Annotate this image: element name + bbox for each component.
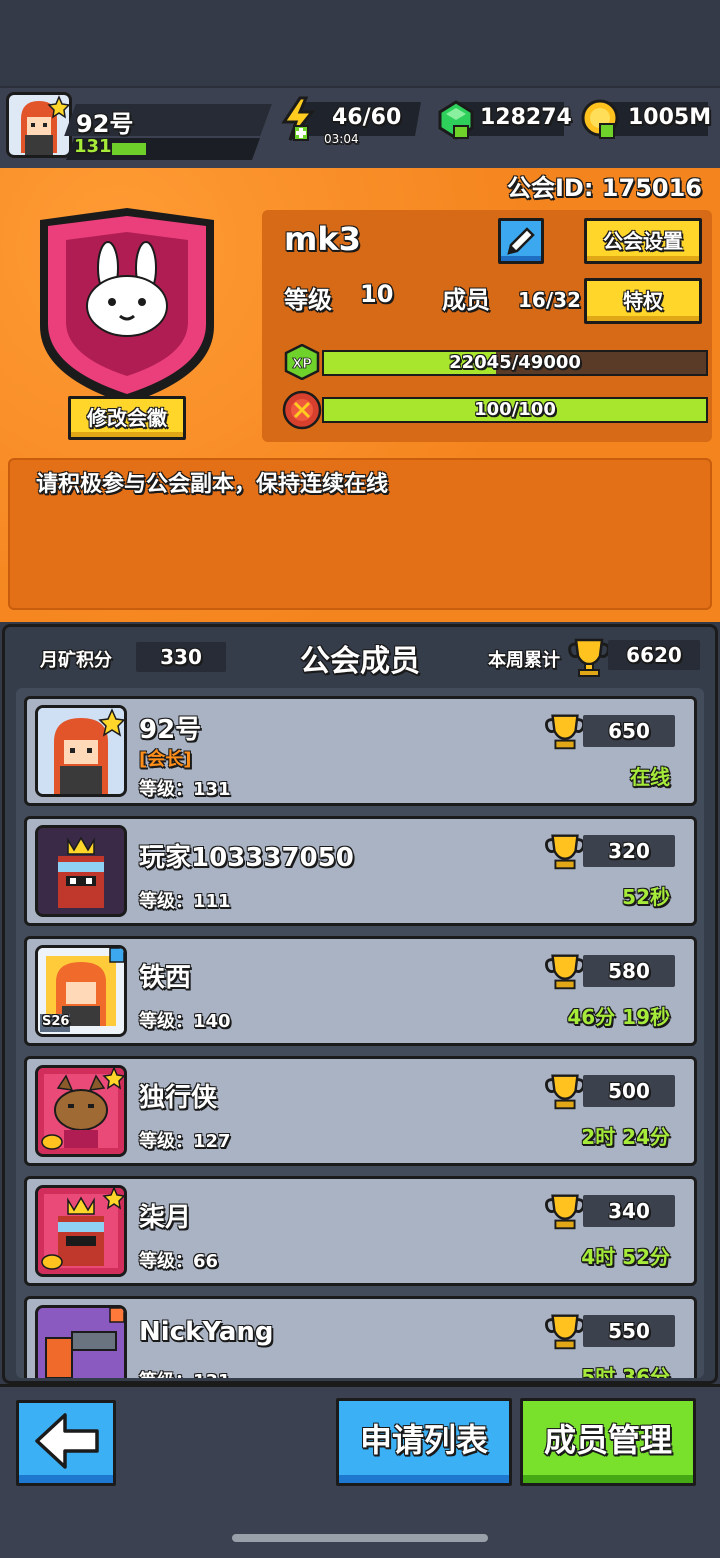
member-list[interactable]: 92号 [会长] 等级：131 650 在线 玩家103337050 等级：11… <box>16 688 704 1378</box>
member-status: 46分 19秒 <box>567 1005 670 1029</box>
member-name: 柒月 <box>139 1203 192 1233</box>
coin-icon <box>581 99 619 139</box>
member-score: 340 <box>583 1195 675 1227</box>
member-name: 玩家103337050 <box>139 843 354 873</box>
member-avatar-ninja-icon <box>38 828 124 914</box>
member-name: NickYang <box>139 1317 274 1347</box>
guild-xp-text: 22045/49000 <box>449 352 581 373</box>
member-avatar-ninja-crown-icon <box>38 1188 124 1274</box>
guild-settings-button[interactable]: 公会设置 <box>584 218 702 264</box>
gem-icon <box>438 100 474 140</box>
player-level: 131 <box>74 136 112 157</box>
member-name: 92号 <box>139 715 202 745</box>
member-card[interactable]: 玩家103337050 等级：111 320 52秒 <box>24 816 697 926</box>
member-score: 650 <box>583 715 675 747</box>
member-avatar <box>35 1305 127 1378</box>
guild-xp-bar: 22045/49000 <box>322 350 708 376</box>
energy-bolt-icon <box>281 96 316 141</box>
activity-crest-icon <box>282 390 322 430</box>
xp-icon: XP <box>284 344 320 380</box>
trophy-icon <box>545 1314 585 1350</box>
guild-activity-bar: 100/100 <box>322 397 708 423</box>
guild-members-value: 16/32 <box>518 288 581 312</box>
guild-level-value: 10 <box>360 280 394 308</box>
home-indicator[interactable] <box>232 1534 488 1542</box>
weekly-total-value: 6620 <box>608 640 700 670</box>
member-level: 等级：131 <box>139 1367 231 1378</box>
guild-id: 公会ID: 175016 <box>507 174 702 202</box>
coin-value: 1005M <box>628 105 712 130</box>
xp-icon-text: XP <box>292 357 312 372</box>
member-avatar <box>35 825 127 917</box>
monthly-points-value: 330 <box>136 642 226 672</box>
guild-badge-bunny-icon <box>40 208 214 404</box>
members-panel-title: 公会成员 <box>300 644 420 679</box>
status-bar-area <box>0 0 720 86</box>
member-level: 等级：66 <box>139 1251 219 1272</box>
player-avatar-icon <box>9 95 69 155</box>
player-name: 92号 <box>76 110 134 138</box>
back-arrow-icon <box>35 1413 99 1469</box>
back-button[interactable] <box>16 1400 116 1486</box>
player-avatar[interactable] <box>6 92 72 158</box>
trophy-icon <box>545 834 585 870</box>
member-card[interactable]: 92号 [会长] 等级：131 650 在线 <box>24 696 697 806</box>
member-card[interactable]: S26 铁西 等级：140 580 46分 19秒 <box>24 936 697 1046</box>
guild-activity-text: 100/100 <box>474 399 556 420</box>
trophy-icon <box>545 954 585 990</box>
member-status: 2时 24分 <box>581 1125 670 1149</box>
member-avatar <box>35 705 127 797</box>
guild-notice-text: 请积极参与公会副本，保持连续在线 <box>36 472 389 497</box>
member-name: 铁西 <box>139 963 192 993</box>
member-level: 等级：131 <box>139 779 231 800</box>
gem-value: 128274 <box>480 105 572 130</box>
member-score: 320 <box>583 835 675 867</box>
guild-name: mk3 <box>284 220 361 258</box>
member-status: 在线 <box>630 765 670 789</box>
edit-guild-name-button[interactable] <box>498 218 544 264</box>
member-status: 5时 36分 <box>581 1365 670 1378</box>
energy-timer: 03:04 <box>324 132 359 146</box>
member-card[interactable]: 独行侠 等级：127 500 2时 24分 <box>24 1056 697 1166</box>
apply-list-button[interactable]: 申请列表 <box>336 1398 512 1486</box>
weekly-total-label: 本周累计 <box>488 650 560 671</box>
guild-members-label: 成员 <box>442 286 490 314</box>
player-xp-bar <box>112 143 146 155</box>
trophy-icon <box>545 714 585 750</box>
trophy-icon <box>545 1194 585 1230</box>
member-avatar <box>35 1065 127 1157</box>
guild-level-label: 等级 <box>284 286 332 314</box>
member-avatar <box>35 1185 127 1277</box>
member-level: 等级：111 <box>139 891 231 912</box>
member-manage-button[interactable]: 成员管理 <box>520 1398 696 1486</box>
member-card[interactable]: NickYang 等级：131 550 5时 36分 <box>24 1296 697 1378</box>
member-score: 550 <box>583 1315 675 1347</box>
member-season-tag: S26 <box>42 1014 70 1029</box>
member-score: 580 <box>583 955 675 987</box>
member-avatar-red-hair-icon <box>38 708 124 794</box>
member-avatar-cannon-icon <box>38 1308 124 1378</box>
edit-badge-button[interactable]: 修改会徽 <box>68 396 186 440</box>
weekly-trophy-icon <box>568 638 610 677</box>
guild-perk-button[interactable]: 特权 <box>584 278 702 324</box>
member-avatar: S26 <box>35 945 127 1037</box>
pencil-icon <box>507 227 535 255</box>
member-role: [会长] <box>139 749 192 770</box>
trophy-icon <box>545 1074 585 1110</box>
member-avatar-wolf-icon <box>38 1068 124 1154</box>
member-level: 等级：127 <box>139 1131 231 1152</box>
member-name: 独行侠 <box>139 1083 218 1113</box>
member-status: 4时 52分 <box>581 1245 670 1269</box>
monthly-points-label: 月矿积分 <box>40 650 112 671</box>
member-card[interactable]: 柒月 等级：66 340 4时 52分 <box>24 1176 697 1286</box>
member-status: 52秒 <box>622 885 670 909</box>
member-score: 500 <box>583 1075 675 1107</box>
member-level: 等级：140 <box>139 1011 231 1032</box>
energy-value: 46/60 <box>332 105 402 130</box>
